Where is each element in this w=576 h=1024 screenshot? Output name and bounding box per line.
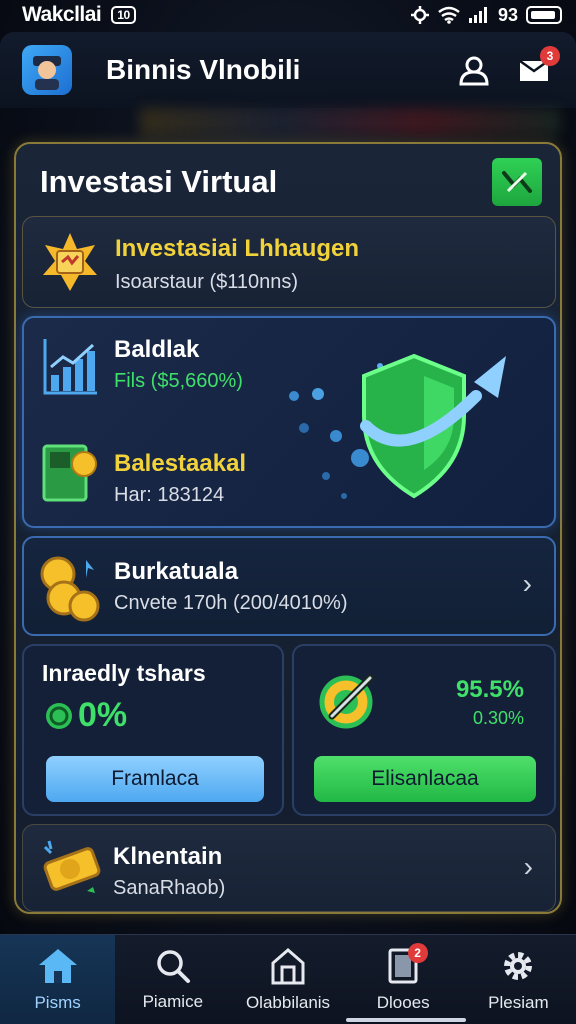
user-avatar-icon <box>33 56 61 90</box>
growth-percent-sub: 0.30% <box>472 708 524 728</box>
info-card-subtitle: Isoarstaur ($110nns) <box>115 271 299 293</box>
earnings-title: Burkatuala <box>114 558 239 585</box>
nav-item-properties[interactable]: Olabbilanis <box>230 935 345 1024</box>
nav-item-home[interactable]: Pisms <box>0 935 116 1024</box>
nav-documents-badge: 2 <box>407 943 428 963</box>
blurred-banner <box>140 108 560 136</box>
gear-icon <box>504 951 533 980</box>
info-card-title: Investasiai Lhhaugen <box>115 235 360 262</box>
app-screen: Wakcllai 10 93 Binnis Vlnobili 3 Investa… <box>0 0 576 1024</box>
growth-card: 95.5% 0.30% Elisanlacaa <box>292 644 556 816</box>
balance-value: Fils ($5,660%) <box>114 370 243 392</box>
extra-card[interactable]: Klnentain SanaRhaob) › <box>22 824 556 912</box>
chevron-right-icon: › <box>522 568 532 599</box>
nav-item-search[interactable]: Piamice <box>115 935 230 1024</box>
nav-label-properties: Olabbilanis <box>245 992 331 1012</box>
nav-label-search: Piamice <box>142 991 204 1011</box>
notifications-button[interactable]: 3 <box>514 46 560 90</box>
balance-card[interactable]: Baldlak Fils ($5,660%) Balestaakal Har: … <box>22 316 556 528</box>
status-right: 93 <box>410 5 562 26</box>
growth-percent-main: 95.5% <box>455 676 524 703</box>
status-pill: 10 <box>111 6 136 24</box>
stats-action-button[interactable]: Framlaca <box>46 756 264 802</box>
house-outline-icon <box>271 947 305 984</box>
stats-percent-row: 0% <box>44 696 127 735</box>
chevron-right-icon: › <box>523 851 533 882</box>
coins-stack-icon <box>38 552 104 622</box>
signal-icon <box>468 7 487 23</box>
nav-label-documents: Dlooes <box>376 992 430 1012</box>
balance-title: Baldlak <box>114 336 200 363</box>
profile-button[interactable] <box>454 50 494 90</box>
bottom-nav: Pisms Piamice Olabbilanis 2 Dlooes Plesi… <box>0 934 576 1024</box>
target-pencil-icon <box>318 670 378 730</box>
panel-action-button[interactable] <box>492 158 542 206</box>
earnings-subtitle: Cnvete 170h (200/4010%) <box>114 592 348 614</box>
status-left: Wakcllai 10 <box>22 3 136 27</box>
virtual-investment-panel: Investasi Virtual Investasiai Lhhaugen I… <box>14 142 562 914</box>
battery-icon <box>526 6 562 24</box>
status-bar: Wakcllai 10 93 <box>0 0 576 30</box>
stats-card: Inraedly tshars 0% Framlaca <box>22 644 284 816</box>
nav-label-settings: Plesiam <box>488 992 549 1012</box>
shield-growth-icon <box>274 346 534 516</box>
wallet-coin-icon <box>40 442 100 504</box>
notification-badge: 3 <box>540 46 560 66</box>
search-icon <box>157 949 190 983</box>
status-carrier: Wakcllai <box>22 3 102 26</box>
app-header: Binnis Vlnobili 3 <box>0 32 576 108</box>
nav-item-documents[interactable]: 2 Dlooes <box>346 935 461 1024</box>
bar-chart-icon <box>40 336 100 398</box>
home-indicator[interactable] <box>346 1018 466 1022</box>
home-icon <box>38 948 77 983</box>
avatar[interactable] <box>22 45 72 95</box>
nav-item-settings[interactable]: Plesiam <box>461 935 576 1024</box>
investment-info-card[interactable]: Investasiai Lhhaugen Isoarstaur ($110nns… <box>22 216 556 308</box>
secondary-balance-value: Har: 183124 <box>114 484 225 506</box>
panel-title: Investasi Virtual <box>40 164 278 199</box>
app-title: Binnis Vlnobili <box>106 54 301 85</box>
status-time: 93 <box>497 4 518 25</box>
settings-status-icon <box>410 6 429 24</box>
user-icon <box>459 56 489 86</box>
wifi-icon <box>438 6 460 24</box>
growth-action-button[interactable]: Elisanlacaa <box>314 756 536 802</box>
earnings-card[interactable]: Burkatuala Cnvete 170h (200/4010%) › <box>22 536 556 636</box>
green-coin-icon <box>46 702 72 729</box>
extra-card-subtitle: SanaRhaob) <box>113 877 226 899</box>
coin-burst-icon <box>37 229 103 295</box>
nav-label-home: Pisms <box>34 992 81 1012</box>
chart-check-icon <box>502 171 532 193</box>
stats-percent: 0% <box>78 696 128 734</box>
extra-card-title: Klnentain <box>113 843 223 870</box>
gold-coin-icon <box>37 835 103 901</box>
secondary-balance-title: Balestaakal <box>114 450 247 477</box>
stats-title: Inraedly tshars <box>42 660 206 686</box>
